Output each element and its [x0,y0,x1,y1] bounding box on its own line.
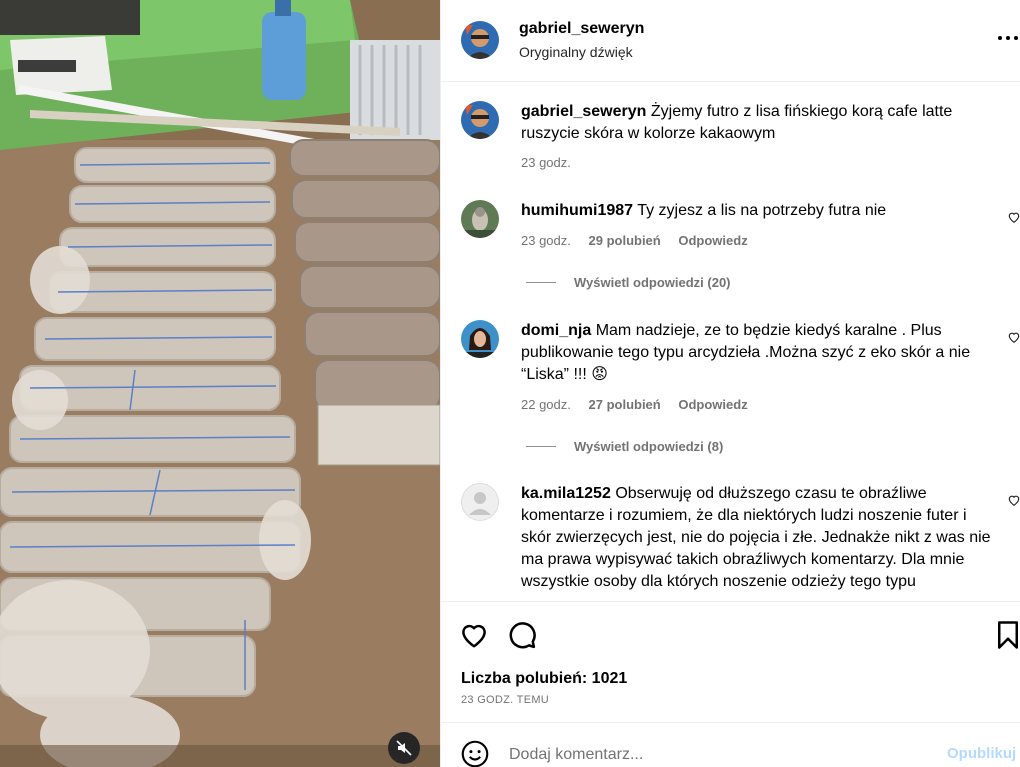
caption-time: 23 godz. [521,155,571,170]
comment-composer: Opublikuj [441,722,1020,767]
comments-list[interactable]: gabriel_seweryn Żyjemy futro z lisa fińs… [441,83,1020,601]
comment-like-heart-icon[interactable] [1007,493,1020,507]
commenter-avatar-image [461,320,499,358]
commenter-avatar[interactable] [461,483,499,521]
comment-meta: 23 godz. 29 polubień Odpowiedz [521,233,762,248]
comment-meta: 22 godz. 27 polubień Odpowiedz [521,397,762,412]
comment-content: Ty zyjesz a lis na potrzeby futra nie [637,202,887,219]
author-avatar[interactable] [461,21,499,59]
comment-text: ka.mila1252 Obserwuję od dłuższego czasu… [521,483,991,593]
replies-divider-line [526,446,556,447]
fur-pelts-on-workbench-image [0,0,440,767]
more-options-icon[interactable] [996,28,1020,48]
heart-icon[interactable] [459,620,489,650]
post-side-panel: gabriel_seweryn Oryginalny dźwięk gabrie… [440,0,1020,767]
view-replies-button[interactable]: Wyświetl odpowiedzi (20) [526,275,731,290]
muted-speaker-icon [396,740,412,756]
emoji-icon[interactable] [461,740,489,767]
post-actions: Liczba polubień: 1021 23 GODZ. TEMU [441,601,1020,721]
post-video[interactable] [0,0,440,767]
comment-like-heart-icon[interactable] [1007,330,1020,344]
view-replies-label: Wyświetl odpowiedzi (8) [574,439,724,454]
comment-icon[interactable] [507,620,537,650]
comment-likes[interactable]: 27 polubień [589,397,661,412]
comment-text: domi_nja Mam nadzieje, ze to będzie kied… [521,320,991,386]
publish-comment-button[interactable]: Opublikuj [947,745,1016,762]
audio-label[interactable]: Oryginalny dźwięk [519,44,633,60]
comment-input[interactable] [509,741,929,767]
caption-username[interactable]: gabriel_seweryn [521,103,646,120]
post-time-ago: 23 GODZ. TEMU [461,694,550,706]
comment-text: humihumi1987 Ty zyjesz a lis na potrzeby… [521,200,991,222]
caption-avatar-image [461,101,499,139]
author-username[interactable]: gabriel_seweryn [519,20,644,38]
bookmark-icon[interactable] [993,620,1020,650]
view-replies-label: Wyświetl odpowiedzi (20) [574,275,731,290]
comment-time: 23 godz. [521,233,571,248]
caption-author-avatar[interactable] [461,101,499,139]
default-avatar-icon [461,483,499,521]
caption-meta: 23 godz. [521,155,585,170]
post-header: gabriel_seweryn Oryginalny dźwięk [441,0,1020,82]
comment-likes[interactable]: 29 polubień [589,233,661,248]
comment-username[interactable]: domi_nja [521,322,591,339]
instagram-post: gabriel_seweryn Oryginalny dźwięk gabrie… [0,0,1020,767]
commenter-avatar[interactable] [461,320,499,358]
comment-time: 22 godz. [521,397,571,412]
mute-toggle-button[interactable] [388,732,420,764]
replies-divider-line [526,282,556,283]
author-avatar-image [461,21,499,59]
comment-username[interactable]: humihumi1987 [521,202,633,219]
commenter-avatar-image [461,200,499,238]
comment-like-heart-icon[interactable] [1007,210,1020,224]
reply-button[interactable]: Odpowiedz [678,233,747,248]
likes-count[interactable]: Liczba polubień: 1021 [461,670,627,688]
reply-button[interactable]: Odpowiedz [678,397,747,412]
comment-username[interactable]: ka.mila1252 [521,485,611,502]
caption-text: gabriel_seweryn Żyjemy futro z lisa fińs… [521,101,991,145]
view-replies-button[interactable]: Wyświetl odpowiedzi (8) [526,439,723,454]
commenter-avatar[interactable] [461,200,499,238]
